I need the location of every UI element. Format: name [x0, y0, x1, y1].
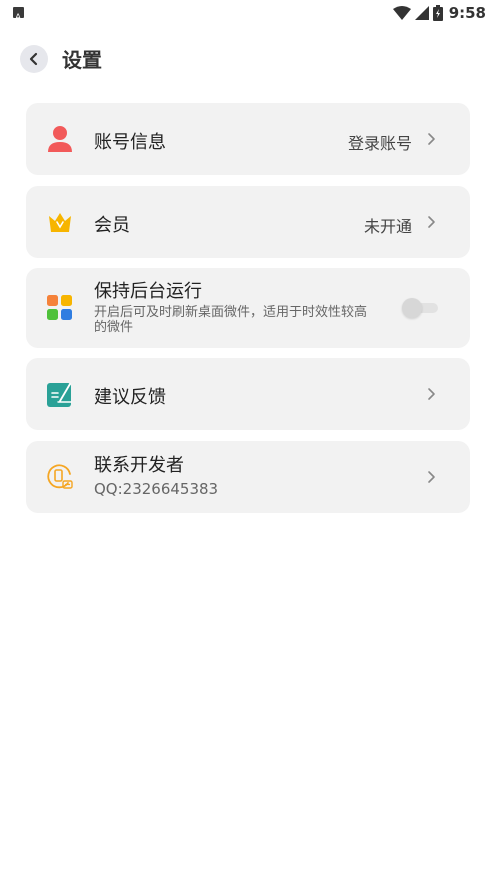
account-info-row[interactable]: 账号信息 登录账号: [26, 103, 470, 175]
status-icons: 9:58: [392, 3, 486, 23]
svg-text:A: A: [15, 13, 22, 22]
chevron-right-icon: [428, 471, 435, 483]
chevron-right-icon: [428, 216, 435, 228]
membership-title: 会员: [94, 215, 130, 236]
battery-icon: [432, 5, 443, 21]
keep-background-row: 保持后台运行 开启后可及时刷新桌面微件，适用于时效性较高的微件: [26, 268, 470, 348]
wifi-icon: [392, 6, 411, 20]
toggle-knob: [402, 298, 422, 318]
contact-developer-title: 联系开发者: [94, 455, 184, 476]
signal-icon: [414, 6, 429, 20]
membership-value: 未开通: [363, 217, 412, 236]
membership-row[interactable]: 会员 未开通: [26, 186, 470, 258]
contact-developer-icon: [46, 463, 74, 491]
contact-developer-qq: QQ:2326645383: [94, 480, 219, 498]
feedback-icon: [46, 380, 74, 408]
clock: 9:58: [448, 4, 486, 22]
widgets-icon: [46, 294, 74, 322]
feedback-row[interactable]: 建议反馈: [26, 358, 470, 430]
keep-background-toggle[interactable]: [402, 298, 438, 318]
chevron-right-icon: [428, 133, 435, 145]
user-icon: [46, 125, 74, 153]
keep-background-title: 保持后台运行: [94, 281, 202, 302]
status-bar: A 9:58: [0, 0, 496, 26]
account-info-title: 账号信息: [94, 132, 166, 153]
chevron-left-icon: [29, 52, 38, 66]
keep-background-description: 开启后可及时刷新桌面微件，适用于时效性较高的微件: [94, 305, 368, 335]
back-button[interactable]: [20, 45, 48, 73]
page-title: 设置: [62, 48, 102, 72]
app-header: 设置: [0, 40, 496, 80]
chevron-right-icon: [428, 388, 435, 400]
crown-icon: [46, 208, 74, 236]
contact-developer-row[interactable]: 联系开发者 QQ:2326645383: [26, 441, 470, 513]
notification-icon: A: [13, 7, 24, 23]
account-info-value: 登录账号: [347, 134, 412, 153]
feedback-title: 建议反馈: [94, 387, 166, 408]
